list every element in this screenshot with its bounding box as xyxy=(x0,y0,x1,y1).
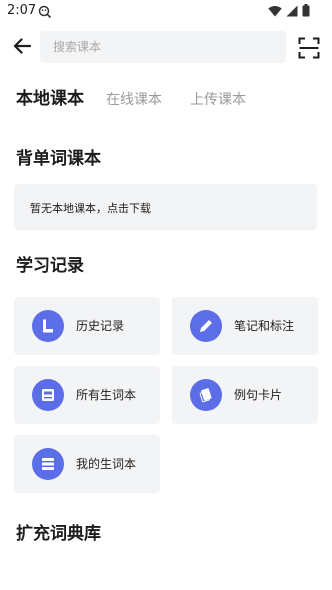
textbook-tabs: 本地课本 在线课本 上传课本 xyxy=(16,84,274,114)
app-notification-icon xyxy=(38,4,52,19)
empty-textbook-card[interactable]: 暂无本地课本，点击下载 xyxy=(14,184,317,230)
empty-textbook-text: 暂无本地课本，点击下载 xyxy=(30,202,151,215)
example-sentence-cards-label: 例句卡片 xyxy=(234,388,283,402)
status-icons xyxy=(268,2,310,21)
arrow-left-icon xyxy=(13,38,32,58)
example-sentence-cards-card[interactable]: 例句卡片 xyxy=(172,366,318,424)
pencil-icon xyxy=(190,310,222,342)
history-records-label: 历史记录 xyxy=(76,319,125,333)
cards-icon xyxy=(190,379,222,411)
tab-local-textbooks[interactable]: 本地课本 xyxy=(16,84,84,109)
status-bar: 2:07 xyxy=(0,0,332,24)
battery-icon xyxy=(302,2,310,21)
status-time: 2:07 xyxy=(7,3,37,18)
notes-annotations-card[interactable]: 笔记和标注 xyxy=(172,297,318,355)
scan-icon xyxy=(298,37,320,63)
signal-icon xyxy=(286,2,298,21)
study-records-section-title: 学习记录 xyxy=(16,256,84,276)
notes-annotations-label: 笔记和标注 xyxy=(234,319,295,333)
list-icon xyxy=(32,448,64,480)
search-input[interactable] xyxy=(40,31,286,63)
all-vocabulary-books-label: 所有生词本 xyxy=(76,388,137,402)
tab-online-textbooks[interactable]: 在线课本 xyxy=(106,89,162,109)
all-vocabulary-books-card[interactable]: 所有生词本 xyxy=(14,366,160,424)
tab-upload-textbooks[interactable]: 上传课本 xyxy=(190,89,246,109)
my-vocabulary-book-card[interactable]: 我的生词本 xyxy=(14,435,160,493)
history-records-card[interactable]: 历史记录 xyxy=(14,297,160,355)
word-book-section-title: 背单词课本 xyxy=(16,149,101,169)
my-vocabulary-book-label: 我的生词本 xyxy=(76,457,137,471)
top-bar xyxy=(0,31,332,65)
history-icon xyxy=(32,310,64,342)
scan-button[interactable] xyxy=(298,37,320,59)
back-button[interactable] xyxy=(10,36,34,60)
wifi-icon xyxy=(268,2,282,21)
dictionary-section-title: 扩充词典库 xyxy=(16,524,101,544)
book-icon xyxy=(32,379,64,411)
